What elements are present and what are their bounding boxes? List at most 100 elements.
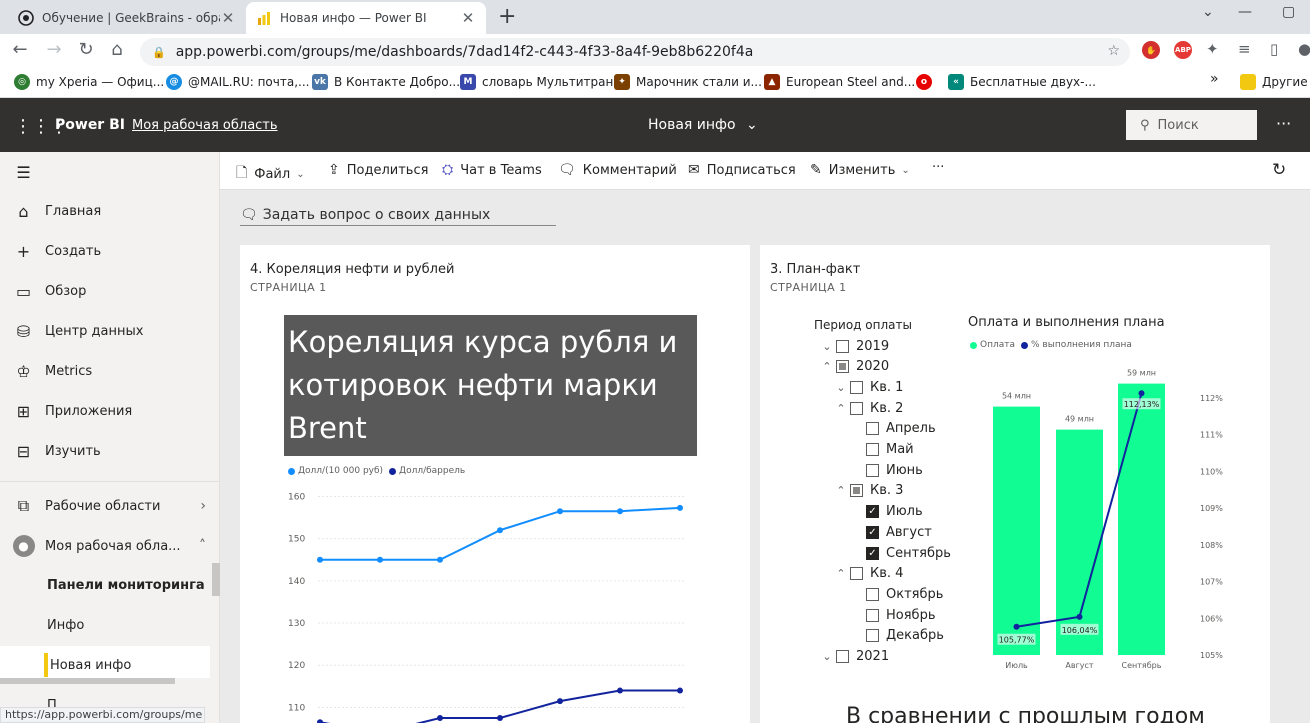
close-tab-icon[interactable]: ✕ [460,9,476,27]
chevron-up-icon[interactable]: ⌃ [818,360,836,373]
browser-tab-powerbi[interactable]: Новая инфо — Power BI ✕ [246,2,486,34]
slicer-item[interactable]: Октябрь [848,585,943,603]
checkbox[interactable]: ✓ [866,525,879,539]
nav-horizontal-scrollbar[interactable] [0,678,175,684]
new-tab-button[interactable]: + [498,4,516,29]
chevron-down-icon[interactable]: ⌄ [1202,4,1214,20]
reload-icon[interactable]: ↻ [74,39,98,60]
slicer-item[interactable]: ⌄ Кв. 1 [832,378,903,396]
slicer-item[interactable]: ⌃ Кв. 2 [832,399,903,417]
slicer-item[interactable]: ✓ Июль [848,503,923,521]
slicer-item[interactable]: Ноябрь [848,606,935,624]
more-actions-button[interactable]: ··· [932,160,944,175]
slicer-item[interactable]: Апрель [848,420,936,438]
other-bookmarks[interactable]: Другие з [1240,74,1310,90]
share-button[interactable]: ⇪ Поделиться [328,162,428,178]
chevron-down-icon[interactable]: ⌄ [818,340,836,353]
checkbox[interactable] [866,443,879,456]
bookmark-item[interactable]: ✦ Марочник стали и... [614,74,762,90]
checkbox[interactable] [850,401,863,415]
comment-button[interactable]: 🗨 Комментарий [558,162,677,178]
more-options-icon[interactable]: ··· [1276,114,1291,133]
bookmark-item[interactable]: ◎ my Xperia — Офиц... [14,74,164,90]
teams-chat-button[interactable]: ⛭ Чат в Teams [442,162,542,178]
subscribe-button[interactable]: ✉ Подписаться [688,162,796,178]
bookmark-item[interactable]: o [916,74,938,90]
bookmarks-more-button[interactable]: » [1210,71,1219,87]
checkbox[interactable] [866,629,879,643]
nav-subitem-new-info[interactable]: Новая инфо [50,658,131,673]
chevron-down-icon[interactable]: ⌄ [818,650,836,663]
slicer-item[interactable]: ⌄ 2019 [818,337,889,355]
adblock-icon[interactable]: ✋ [1142,41,1160,59]
sidepanel-icon[interactable]: ▯ [1270,40,1278,58]
edit-menu[interactable]: ✎ Изменить ⌄ [810,162,910,178]
forward-icon[interactable]: → [42,39,66,60]
abp-icon[interactable]: ABP [1174,41,1192,59]
minimize-icon[interactable]: — [1238,4,1252,20]
bookmark-item[interactable]: Mсловарь Мультитран [460,74,613,90]
checkbox[interactable] [866,422,879,436]
browser-tab-geekbrains[interactable]: Обучение | GeekBrains - образо ✕ [8,2,246,34]
nav-item-my-workspace[interactable]: ● Моя рабочая обла... ˄ [0,526,220,566]
slicer-item[interactable]: ✓ Сентябрь [848,544,951,562]
nav-item-learn[interactable]: ⊟ Изучить [0,431,220,471]
qna-input[interactable]: 🗨 Задать вопрос о своих данных [240,204,556,226]
slicer-item[interactable]: Июнь [848,461,923,479]
chevron-down-icon[interactable]: ⌄ [832,381,850,394]
media-icon[interactable]: ≡ [1238,40,1251,58]
nav-item-browse[interactable]: ▭ Обзор [0,271,220,311]
search-input[interactable]: ⚲ Поиск [1126,110,1257,140]
report-title-dropdown[interactable]: Новая инфо ⌄ [648,117,758,133]
checkbox[interactable] [850,567,863,581]
bookmark-star-icon[interactable]: ☆ [1107,43,1120,59]
slicer-item[interactable]: ⌃ Кв. 3 [832,482,903,500]
checkbox[interactable] [866,587,879,601]
refresh-icon[interactable]: ↻ [1272,160,1286,180]
data-point [317,719,323,723]
checkbox[interactable] [866,608,879,622]
slicer-item[interactable]: Май [848,441,914,459]
slicer-item[interactable]: ⌃ 2020 [818,358,889,376]
extensions-icon[interactable]: ✦ [1206,40,1219,58]
chevron-up-icon[interactable]: ⌃ [832,567,850,580]
checkbox[interactable]: ✓ [866,505,879,519]
checkbox[interactable] [866,463,879,477]
nav-item-data-hub[interactable]: ⛁ Центр данных [0,311,220,351]
nav-item-apps[interactable]: ⊞ Приложения [0,391,220,431]
nav-item-create[interactable]: + Создать [0,231,220,271]
nav-subitem-dashboards[interactable]: Панели мониторинга [47,578,205,593]
nav-item-home[interactable]: ⌂ Главная [0,191,220,231]
checkbox[interactable] [850,380,863,394]
chevron-up-icon[interactable]: ⌃ [832,402,850,415]
slicer-item[interactable]: Декабрь [848,627,944,645]
home-page-icon[interactable]: ⌂ [105,39,129,60]
nav-item-metrics[interactable]: ♔ Metrics [0,351,220,391]
url-field[interactable]: 🔒 app.powerbi.com/groups/me/dashboards/7… [140,38,1130,66]
nav-scrollbar[interactable] [212,563,220,596]
profile-icon[interactable]: ● [1298,40,1310,58]
close-tab-icon[interactable]: ✕ [220,9,236,27]
maximize-icon[interactable]: ▢ [1282,4,1295,20]
nav-collapse-button[interactable]: ☰ [0,152,220,192]
checkbox[interactable] [836,650,849,663]
file-menu[interactable]: 🗋 Файл ⌄ [236,162,305,186]
checkbox[interactable]: ✓ [866,546,879,560]
slicer-item[interactable]: ⌃ Кв. 4 [832,565,903,583]
bookmark-item[interactable]: ▲ European Steel and... [764,74,915,90]
bookmark-item[interactable]: @ @MAIL.RU: почта,... [166,74,309,90]
workspace-link[interactable]: Моя рабочая область [132,118,278,133]
checkbox[interactable] [836,339,849,353]
slicer-item[interactable]: ⌄ 2021 [818,648,889,666]
checkbox[interactable] [836,360,849,374]
chevron-up-icon[interactable]: ⌃ [832,484,850,497]
brand-label[interactable]: Power BI [55,117,125,133]
bookmark-item[interactable]: «Бесплатные двух-... [948,74,1096,90]
nav-subitem-info[interactable]: Инфо [47,618,84,633]
bar-data-label: 49 млн [1065,415,1094,424]
slicer-item[interactable]: ✓ Август [848,523,932,541]
nav-item-workspaces[interactable]: ⧉ Рабочие области › [0,486,220,526]
back-icon[interactable]: ← [8,39,32,60]
checkbox[interactable] [850,484,863,498]
bookmark-item[interactable]: vk В Контакте Добро... [312,74,460,90]
